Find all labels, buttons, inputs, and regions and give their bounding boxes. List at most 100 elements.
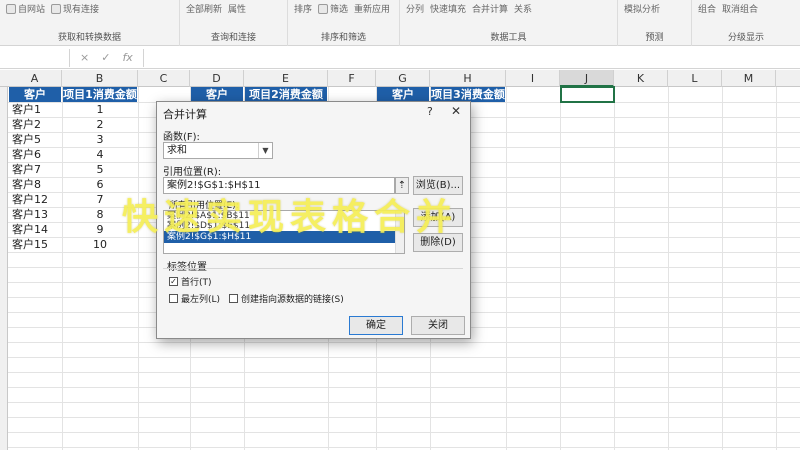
table1-customer-cell[interactable]: 客户7 [9, 162, 61, 177]
gridline [8, 357, 800, 358]
close-button[interactable]: 关闭 [411, 316, 465, 335]
table1-customer-cell[interactable]: 客户2 [9, 117, 61, 132]
table1-value-cell[interactable]: 2 [63, 117, 137, 132]
table1-customer-cell[interactable]: 客户8 [9, 177, 61, 192]
gridline [668, 87, 669, 450]
first-row-label: 首行(T) [181, 278, 212, 288]
column-header-i[interactable]: I [506, 70, 560, 87]
column-header-h[interactable]: H [430, 70, 506, 87]
reapply-command[interactable]: 重新应用 [354, 2, 390, 15]
table1-header-customer[interactable]: 客户 [9, 87, 61, 102]
flash-fill-command[interactable]: 快速填充 [430, 2, 466, 15]
gridline [8, 447, 800, 448]
gridline [138, 87, 139, 450]
relationships-command[interactable]: 关系 [514, 2, 532, 15]
table1-customer-cell[interactable]: 客户13 [9, 207, 61, 222]
left-column-checkbox[interactable] [169, 294, 178, 303]
enter-icon[interactable]: ✓ [101, 51, 110, 64]
table2-header-value[interactable]: 项目2消费金额 [245, 87, 327, 102]
name-box[interactable] [2, 48, 70, 67]
link-source-label: 创建指向源数据的链接(S) [241, 295, 344, 305]
link-source-option[interactable]: 创建指向源数据的链接(S) [229, 292, 344, 305]
connection-icon [51, 3, 62, 14]
chevron-down-icon[interactable]: ▼ [258, 143, 272, 158]
ribbon-group-sort-filter: 排序 筛选 重新应用 排序和筛选 [288, 0, 400, 46]
gridline [776, 87, 777, 450]
fx-icon[interactable]: fx [122, 51, 132, 64]
table1-value-cell[interactable]: 1 [63, 102, 137, 117]
table3-header-customer[interactable]: 客户 [377, 87, 429, 102]
ribbon-group-label: 获取和转换数据 [57, 33, 121, 43]
table2-header-customer[interactable]: 客户 [191, 87, 243, 102]
gridline [8, 432, 800, 433]
table1-header-value[interactable]: 项目1消费金额 [63, 87, 137, 102]
dialog-title: 合并计算 [163, 108, 207, 121]
column-header-m[interactable]: M [722, 70, 776, 87]
left-column-option[interactable]: 最左列(L) [169, 292, 220, 305]
refresh-all-command[interactable]: 全部刷新 [186, 2, 222, 15]
web-icon [6, 3, 16, 14]
ribbon-group-outline: 组合 取消组合 分级显示 [692, 0, 800, 46]
reference-label: 引用位置(R): [163, 167, 222, 178]
gridline [8, 417, 800, 418]
column-header-b[interactable]: B [62, 70, 138, 87]
table1-customer-cell[interactable]: 客户1 [9, 102, 61, 117]
table1-customer-cell[interactable]: 客户12 [9, 192, 61, 207]
video-caption: 快速实现表格合并 [122, 197, 459, 238]
ribbon-group-queries: 全部刷新 属性 查询和连接 [180, 0, 288, 46]
active-cell[interactable] [560, 86, 615, 103]
cancel-icon[interactable]: × [80, 51, 89, 64]
sort-command[interactable]: 排序 [294, 2, 312, 15]
group-command[interactable]: 组合 [698, 2, 716, 15]
properties-command[interactable]: 属性 [228, 2, 246, 15]
ribbon-group-data-tools: 分列 快速填充 合并计算 关系 数据工具 [400, 0, 618, 46]
filter-command[interactable]: 筛选 [318, 2, 348, 15]
column-header-j[interactable]: J [560, 70, 614, 87]
column-header-d[interactable]: D [190, 70, 244, 87]
ungroup-command[interactable]: 取消组合 [722, 2, 758, 15]
from-web-command[interactable]: 自网站 [6, 2, 45, 15]
what-if-command[interactable]: 模拟分析 [624, 2, 660, 15]
table1-customer-cell[interactable]: 客户15 [9, 237, 61, 252]
gridline [614, 87, 615, 450]
first-row-checkbox[interactable]: ✓ [169, 277, 178, 286]
column-header-k[interactable]: K [614, 70, 668, 87]
ribbon: 自网站 现有连接 获取和转换数据 全部刷新 属性 查询和连接 排序 筛选 重新应… [0, 0, 800, 46]
formula-bar: × ✓ fx [0, 47, 800, 69]
table1-customer-cell[interactable]: 客户6 [9, 147, 61, 162]
gridline [722, 87, 723, 450]
function-select[interactable]: 求和 ▼ [163, 142, 273, 159]
first-row-option[interactable]: ✓ 首行(T) [169, 275, 212, 288]
table1-value-cell[interactable]: 3 [63, 132, 137, 147]
table3-header-value[interactable]: 项目3消费金额 [431, 87, 505, 102]
column-header-a[interactable]: A [8, 70, 62, 87]
function-label: 函数(F): [163, 132, 200, 143]
fieldset-divider [163, 268, 463, 269]
consolidate-command[interactable]: 合并计算 [472, 2, 508, 15]
table1-customer-cell[interactable]: 客户14 [9, 222, 61, 237]
gridline [8, 402, 800, 403]
ribbon-group-label: 数据工具 [490, 33, 527, 43]
column-header-f[interactable]: F [328, 70, 376, 87]
column-header-g[interactable]: G [376, 70, 430, 87]
ribbon-group-label: 预测 [645, 33, 664, 43]
close-icon[interactable]: ✕ [451, 104, 461, 118]
left-column-label: 最左列(L) [181, 295, 221, 305]
gridline [8, 387, 800, 388]
gridline [560, 87, 561, 450]
text-to-columns-command[interactable]: 分列 [406, 2, 424, 15]
help-icon[interactable]: ? [427, 105, 433, 118]
row-headers[interactable] [0, 87, 8, 450]
table1-value-cell[interactable]: 5 [63, 162, 137, 177]
column-header-c[interactable]: C [138, 70, 190, 87]
gridline [8, 342, 800, 343]
table1-customer-cell[interactable]: 客户5 [9, 132, 61, 147]
column-header-e[interactable]: E [244, 70, 328, 87]
existing-connections-command[interactable]: 现有连接 [51, 2, 99, 15]
formula-input[interactable] [142, 48, 800, 67]
ribbon-group-forecast: 模拟分析 预测 [618, 0, 692, 46]
table1-value-cell[interactable]: 4 [63, 147, 137, 162]
link-source-checkbox[interactable] [229, 294, 238, 303]
column-header-l[interactable]: L [668, 70, 722, 87]
ok-button[interactable]: 确定 [349, 316, 403, 335]
